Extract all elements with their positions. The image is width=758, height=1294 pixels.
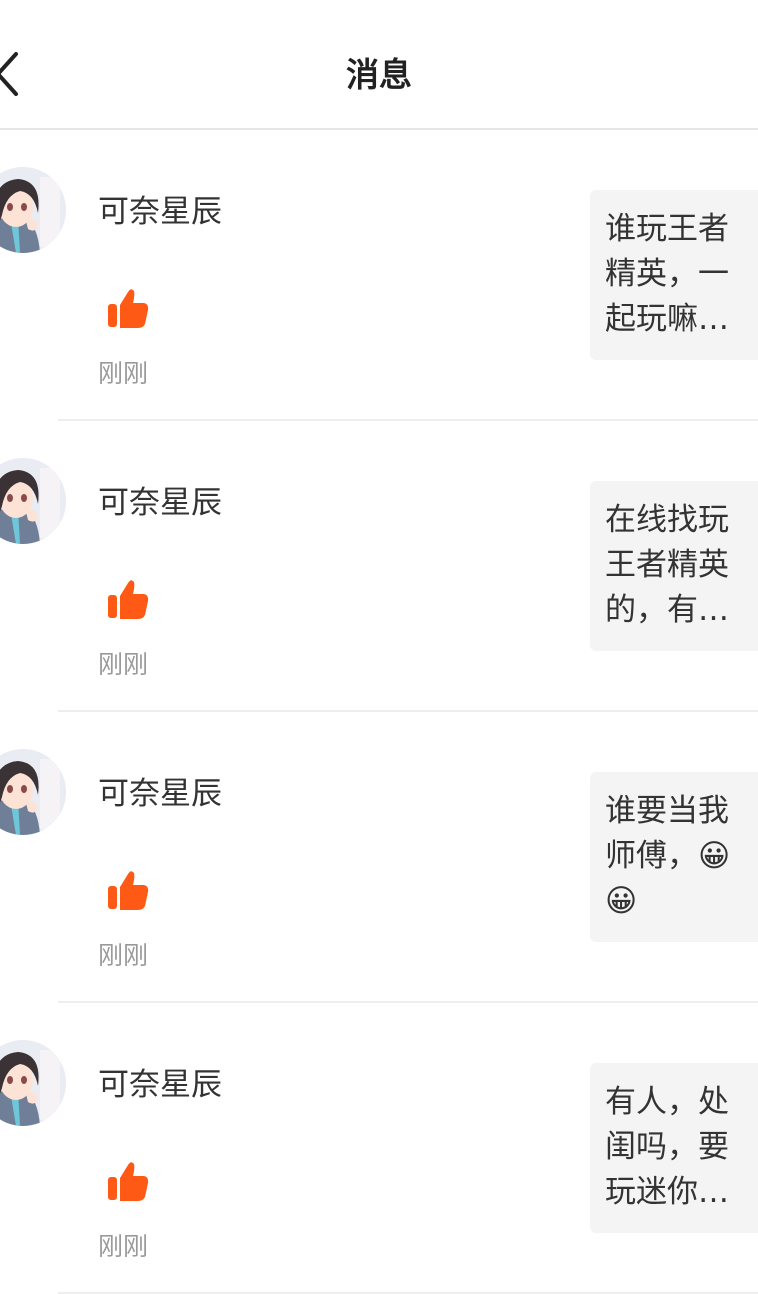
content-preview[interactable]: 谁要当我师傅，😀😀 — [590, 772, 758, 942]
avatar[interactable] — [0, 167, 66, 253]
content-preview[interactable]: 有人，处闺吗，要玩迷你… — [590, 1063, 758, 1233]
thumbs-up-icon — [106, 869, 150, 913]
message-list: 可奈星辰 刚刚 谁玩王者精英，一起玩嘛… 可奈星辰 刚刚 在线找玩王者精英的，有… — [0, 130, 758, 1294]
timestamp: 刚刚 — [98, 941, 149, 970]
content-preview[interactable]: 在线找玩王者精英的，有… — [590, 481, 758, 651]
message-item[interactable]: 可奈星辰 刚刚 谁玩王者精英，一起玩嘛… — [0, 130, 758, 421]
message-item[interactable]: 可奈星辰 刚刚 有人，处闺吗，要玩迷你… — [0, 1003, 758, 1294]
timestamp: 刚刚 — [98, 359, 149, 388]
page-title: 消息 — [346, 55, 412, 94]
username[interactable]: 可奈星辰 — [98, 190, 222, 234]
nav-bar: 消息 — [0, 0, 758, 130]
content-text: 有人，处闺吗，要玩迷你… — [605, 1084, 729, 1210]
avatar[interactable] — [0, 1040, 66, 1126]
thumbs-up-icon — [106, 578, 150, 622]
timestamp: 刚刚 — [98, 650, 149, 679]
username[interactable]: 可奈星辰 — [98, 1063, 222, 1107]
avatar[interactable] — [0, 458, 66, 544]
message-item[interactable]: 可奈星辰 刚刚 谁要当我师傅，😀😀 — [0, 712, 758, 1003]
thumbs-up-icon — [106, 287, 150, 331]
content-text: 谁玩王者精英，一起玩嘛… — [605, 211, 729, 337]
username[interactable]: 可奈星辰 — [98, 481, 222, 525]
timestamp: 刚刚 — [98, 1232, 149, 1261]
thumbs-up-icon — [106, 1160, 150, 1204]
content-preview[interactable]: 谁玩王者精英，一起玩嘛… — [590, 190, 758, 360]
content-text: 谁要当我师傅，😀😀 — [605, 793, 731, 919]
avatar[interactable] — [0, 749, 66, 835]
content-text: 在线找玩王者精英的，有… — [605, 502, 729, 628]
username[interactable]: 可奈星辰 — [98, 772, 222, 816]
message-item[interactable]: 可奈星辰 刚刚 在线找玩王者精英的，有… — [0, 421, 758, 712]
